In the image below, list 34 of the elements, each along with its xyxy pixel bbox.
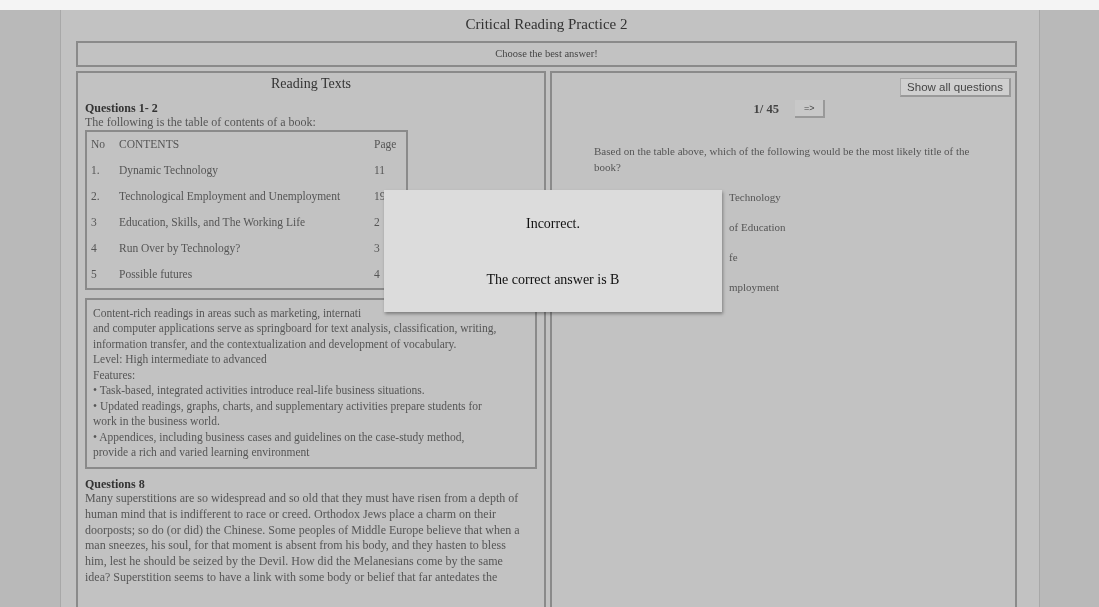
table-cell: 2.	[86, 183, 115, 210]
column-header: No	[86, 130, 115, 158]
column-header: Page	[370, 130, 407, 158]
answer-option[interactable]: Technology	[729, 191, 1011, 203]
table-cell-text: 3	[373, 241, 381, 257]
table-cell: 1.	[86, 157, 115, 184]
answer-option[interactable]: of Education	[729, 221, 1011, 233]
table-cell-text: Dynamic Technology	[118, 163, 219, 179]
intro-text: The following is the table of contents of a book:	[85, 115, 317, 130]
table-cell: Possible futures	[115, 261, 370, 289]
panel-heading: Reading Texts	[270, 77, 352, 92]
next-button[interactable]: =>	[794, 100, 826, 118]
table-cell: 4	[86, 235, 115, 262]
question-group-heading: Questions 8	[85, 476, 146, 491]
table-cell: 4	[370, 261, 407, 289]
table-cell-text: Education, Skills, and The Working Life	[118, 215, 307, 231]
answer-option[interactable]: mployment	[729, 281, 1011, 293]
question-group-heading: Questions 1- 2	[85, 100, 159, 115]
question-counter: 1/ 45	[753, 101, 779, 117]
table-cell-text: Technological Employment and Unemployment	[118, 189, 342, 205]
table-cell-text: 2	[373, 215, 381, 231]
page-title: Critical Reading Practice 2	[464, 15, 629, 34]
table-cell: 11	[370, 157, 407, 184]
correct-answer-text: The correct answer is B	[486, 272, 620, 288]
table-cell: 3	[86, 209, 115, 236]
table-cell-text: Run Over by Technology?	[118, 241, 242, 257]
show-all-questions-button[interactable]: Show all questions	[900, 78, 1011, 97]
column-header: CONTENTS	[115, 130, 370, 158]
answer-option[interactable]: fe	[729, 251, 1011, 263]
instruction-banner: Choose the best answer!	[76, 41, 1017, 67]
question-prompt: Based on the table above, which of the following would be the most likely title of the book?	[594, 144, 971, 175]
passage-text: Many superstitions are so widespread and so old that they must have risen from a depth of human mind that is indifferent to race or creed. Orthodox Jews place a charm on their doorposts; so do (or did) the Chinese. Some peoples of Middle Europe believe that when a man sneezes, his soul, for that moment is absent from his body, and they hasten to bless him, lest he should be seized by the Devil. How did the Melanesians come by the same idea? Superstition seems to have a link with some body or belief that far antedates the	[85, 491, 521, 586]
result-message: Incorrect.	[526, 216, 580, 232]
table-cell: 5	[86, 261, 115, 289]
